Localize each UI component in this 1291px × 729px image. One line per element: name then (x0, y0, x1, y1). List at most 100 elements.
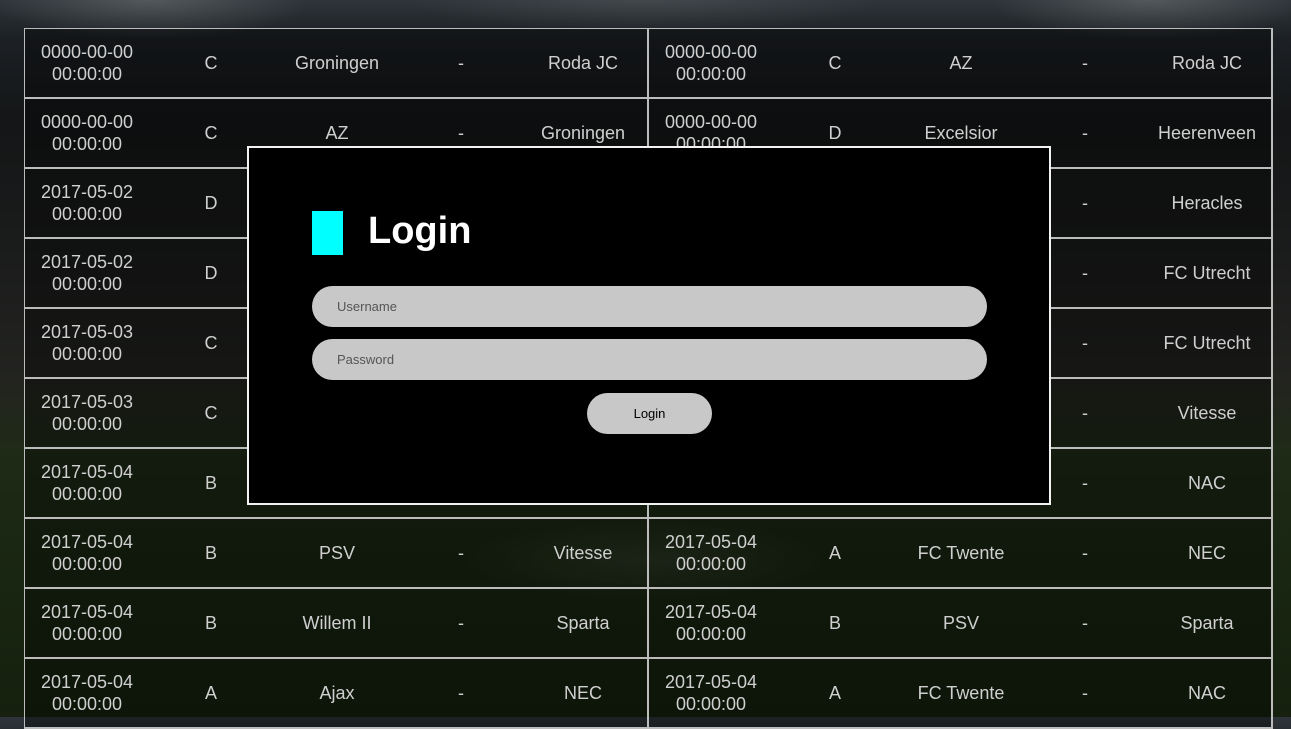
match-group: C (204, 52, 218, 73)
login-accent-bar (312, 211, 343, 255)
match-datetime: 0000-00-00 00:00:00 (25, 41, 149, 85)
match-date: 0000-00-00 (664, 112, 758, 132)
away-team: Heracles (1171, 192, 1243, 213)
match-group: B (828, 612, 841, 633)
match-cell: 2017-05-04 00:00:00 A Ajax - NEC (25, 659, 649, 729)
home-team: Excelsior (924, 122, 998, 143)
match-time: 00:00:00 (51, 64, 123, 84)
match-date: 2017-05-03 (40, 322, 134, 342)
match-group: B (204, 612, 217, 633)
match-group: B (204, 542, 217, 563)
away-team: FC Utrecht (1163, 262, 1251, 283)
away-team: Heerenveen (1157, 122, 1257, 143)
match-cell: 2017-05-04 00:00:00 A FC Twente - NAC (649, 659, 1273, 729)
home-team: Groningen (294, 52, 380, 73)
away-team: NEC (1187, 542, 1226, 563)
home-team: FC Twente (917, 682, 1005, 703)
away-team: Sparta (556, 612, 610, 633)
home-team: Willem II (302, 612, 372, 633)
login-button[interactable]: Login (587, 393, 712, 434)
away-team: Groningen (540, 122, 626, 143)
match-date: 2017-05-04 (40, 602, 134, 622)
score-separator: - (458, 52, 464, 73)
match-datetime: 2017-05-04 00:00:00 (25, 601, 149, 645)
away-team: NAC (1187, 682, 1226, 703)
match-cell: 2017-05-04 00:00:00 A FC Twente - NEC (649, 519, 1273, 589)
match-time: 00:00:00 (675, 554, 747, 574)
match-cell: 2017-05-04 00:00:00 B PSV - Vitesse (25, 519, 649, 589)
match-cell: 0000-00-00 00:00:00 C AZ - Roda JC (649, 29, 1273, 99)
match-date: 2017-05-02 (40, 252, 134, 272)
match-date: 2017-05-04 (664, 672, 758, 692)
match-time: 00:00:00 (51, 274, 123, 294)
away-team: NAC (1187, 472, 1226, 493)
match-date: 2017-05-04 (40, 672, 134, 692)
match-datetime: 2017-05-04 00:00:00 (649, 671, 773, 715)
match-datetime: 2017-05-04 00:00:00 (25, 531, 149, 575)
match-datetime: 2017-05-03 00:00:00 (25, 391, 149, 435)
match-time: 00:00:00 (51, 204, 123, 224)
match-time: 00:00:00 (51, 414, 123, 434)
away-team: FC Utrecht (1163, 332, 1251, 353)
match-time: 00:00:00 (51, 554, 123, 574)
match-date: 2017-05-04 (40, 532, 134, 552)
match-group: A (828, 542, 841, 563)
match-date: 0000-00-00 (40, 112, 134, 132)
match-datetime: 0000-00-00 00:00:00 (25, 111, 149, 155)
score-separator: - (458, 122, 464, 143)
score-separator: - (458, 542, 464, 563)
match-datetime: 2017-05-03 00:00:00 (25, 321, 149, 365)
away-team: Roda JC (1171, 52, 1243, 73)
match-group: D (828, 122, 842, 143)
away-team: NEC (563, 682, 602, 703)
match-datetime: 0000-00-00 00:00:00 (649, 41, 773, 85)
match-date: 2017-05-04 (664, 532, 758, 552)
home-team: Ajax (319, 682, 355, 703)
match-datetime: 2017-05-04 00:00:00 (25, 671, 149, 715)
away-team: Roda JC (547, 52, 619, 73)
away-team: Sparta (1180, 612, 1234, 633)
match-datetime: 2017-05-04 00:00:00 (649, 531, 773, 575)
match-date: 0000-00-00 (40, 42, 134, 62)
match-datetime: 2017-05-02 00:00:00 (25, 181, 149, 225)
score-separator: - (1082, 612, 1088, 633)
score-separator: - (458, 612, 464, 633)
match-group: A (204, 682, 217, 703)
away-team: Vitesse (553, 542, 613, 563)
match-datetime: 2017-05-04 00:00:00 (25, 461, 149, 505)
match-date: 2017-05-03 (40, 392, 134, 412)
match-time: 00:00:00 (675, 694, 747, 714)
score-separator: - (1082, 122, 1088, 143)
score-separator: - (1082, 542, 1088, 563)
score-separator: - (458, 682, 464, 703)
match-date: 2017-05-04 (664, 602, 758, 622)
match-date: 0000-00-00 (664, 42, 758, 62)
match-time: 00:00:00 (675, 624, 747, 644)
match-time: 00:00:00 (51, 484, 123, 504)
home-team: FC Twente (917, 542, 1005, 563)
username-input[interactable] (312, 286, 987, 327)
match-time: 00:00:00 (51, 134, 123, 154)
home-team: AZ (949, 52, 973, 73)
match-cell: 2017-05-04 00:00:00 B PSV - Sparta (649, 589, 1273, 659)
match-group: A (828, 682, 841, 703)
away-team: Vitesse (1177, 402, 1237, 423)
score-separator: - (1082, 52, 1088, 73)
home-team: AZ (325, 122, 349, 143)
match-time: 00:00:00 (675, 64, 747, 84)
match-group: C (828, 52, 842, 73)
match-time: 00:00:00 (51, 694, 123, 714)
match-datetime: 2017-05-04 00:00:00 (649, 601, 773, 645)
home-team: PSV (942, 612, 980, 633)
match-group: C (204, 122, 218, 143)
login-modal: Login Login (247, 146, 1051, 505)
match-datetime: 2017-05-02 00:00:00 (25, 251, 149, 295)
match-date: 2017-05-02 (40, 182, 134, 202)
password-input[interactable] (312, 339, 987, 380)
match-cell: 2017-05-04 00:00:00 B Willem II - Sparta (25, 589, 649, 659)
match-time: 00:00:00 (51, 344, 123, 364)
home-team: PSV (318, 542, 356, 563)
match-cell: 0000-00-00 00:00:00 C Groningen - Roda J… (25, 29, 649, 99)
match-date: 2017-05-04 (40, 462, 134, 482)
login-title: Login (368, 210, 472, 252)
